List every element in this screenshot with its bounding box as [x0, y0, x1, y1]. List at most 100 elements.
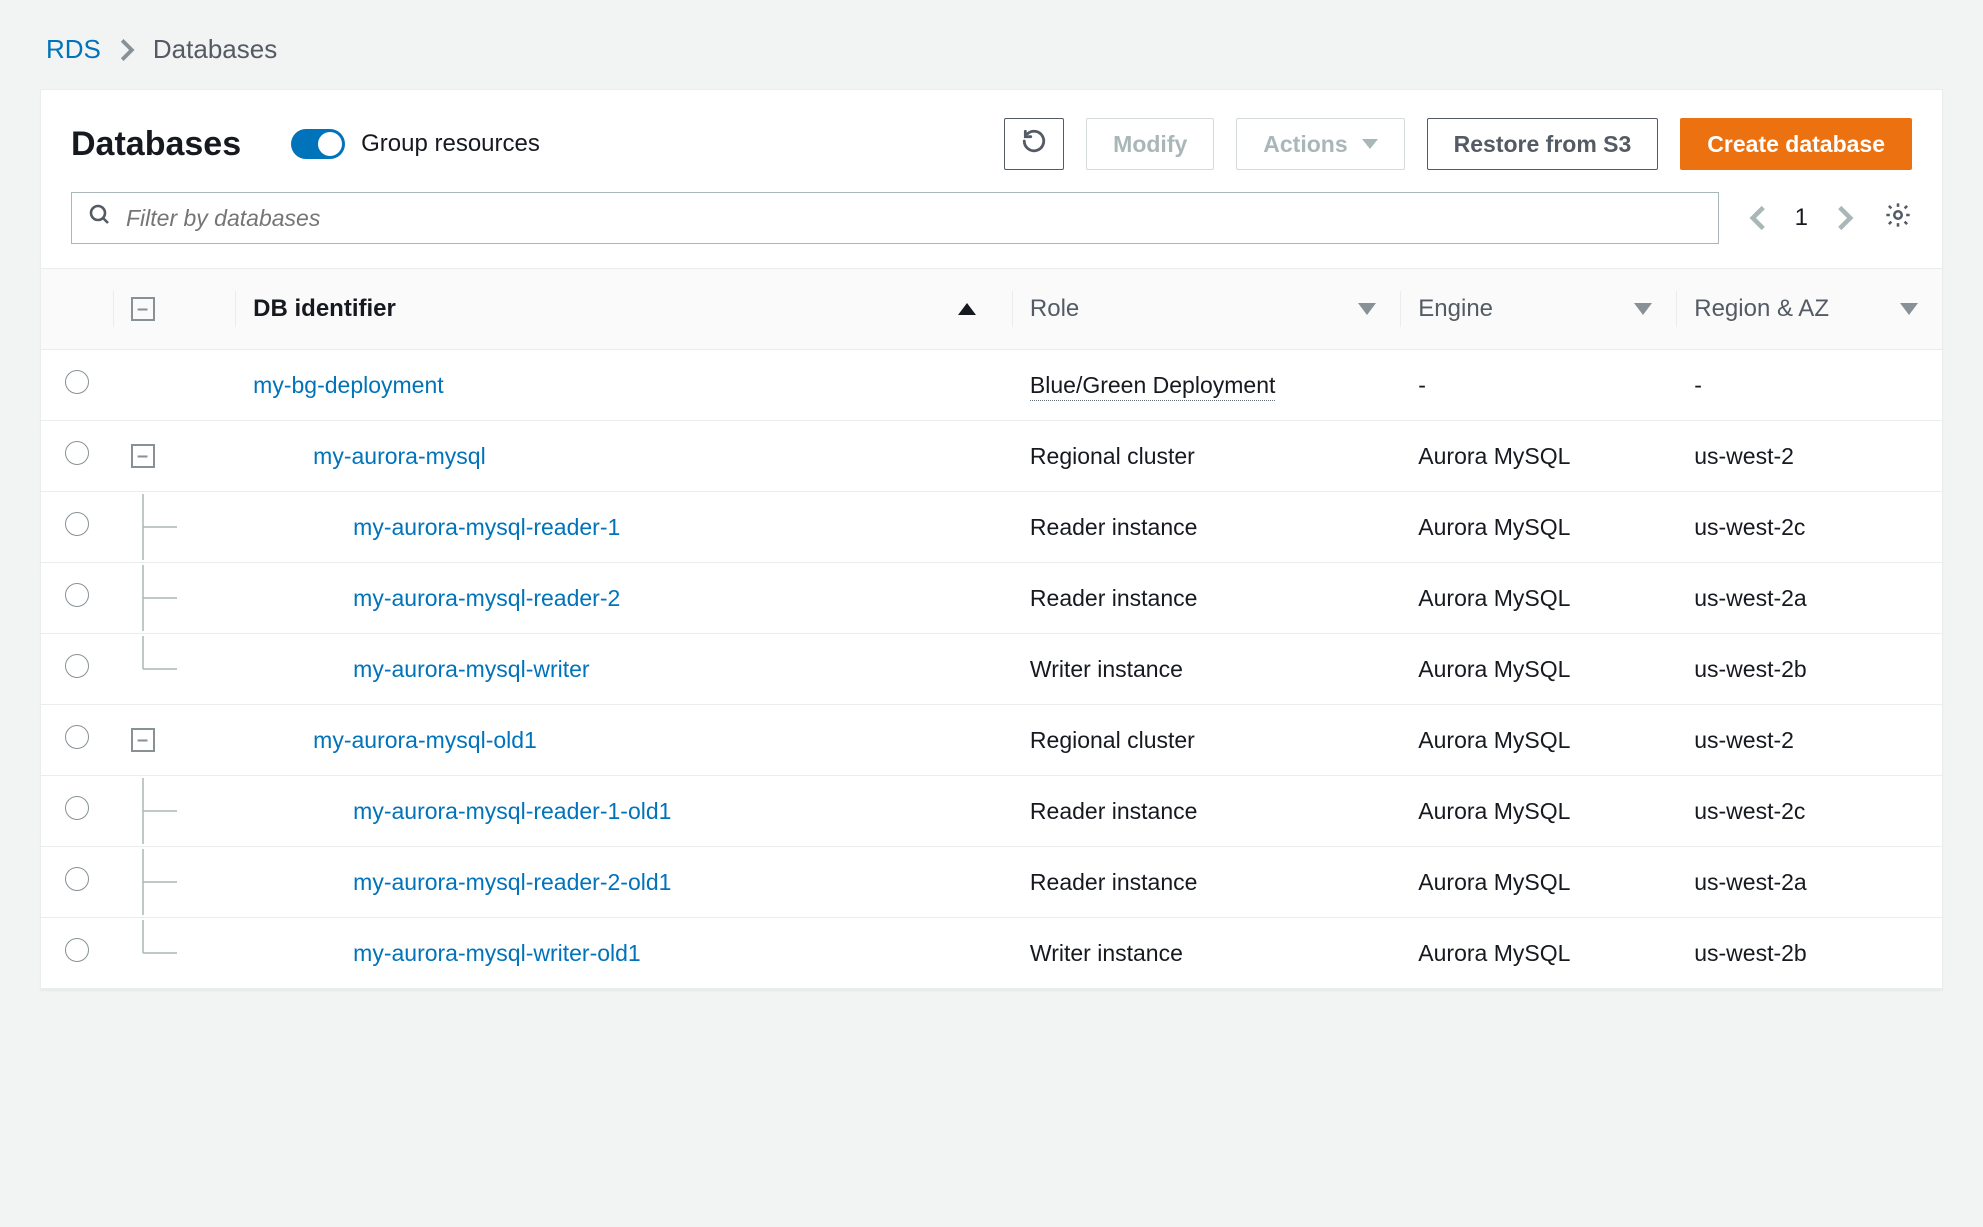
tree-connector-icon — [131, 565, 191, 631]
expander-collapse-icon[interactable]: – — [131, 728, 155, 752]
row-az: us-west-2a — [1694, 585, 1806, 611]
page-title: Databases — [71, 125, 241, 164]
row-role: Regional cluster — [1030, 727, 1195, 753]
row-engine: Aurora MySQL — [1418, 940, 1570, 966]
col-engine-header[interactable]: Engine — [1400, 269, 1676, 350]
breadcrumb: RDS Databases — [40, 20, 1943, 89]
search-input[interactable] — [126, 205, 1702, 232]
col-id-label: DB identifier — [253, 295, 396, 323]
caret-down-icon — [1362, 139, 1378, 149]
row-engine: Aurora MySQL — [1418, 443, 1570, 469]
row-az: us-west-2 — [1694, 443, 1794, 469]
databases-panel: Databases Group resources Modify Actions — [40, 89, 1943, 990]
row-role: Reader instance — [1030, 869, 1198, 895]
tree-connector-icon — [131, 920, 191, 986]
col-az-header[interactable]: Region & AZ — [1676, 269, 1942, 350]
databases-table: – DB identifier Role — [41, 268, 1942, 989]
row-radio[interactable] — [65, 654, 89, 678]
db-identifier-link[interactable]: my-aurora-mysql-writer-old1 — [353, 940, 641, 966]
gear-icon — [1884, 201, 1912, 235]
col-select-header — [41, 269, 113, 350]
row-engine: Aurora MySQL — [1418, 727, 1570, 753]
settings-button[interactable] — [1884, 201, 1912, 235]
modify-label: Modify — [1113, 131, 1187, 158]
table-row: –my-aurora-mysqlRegional clusterAurora M… — [41, 421, 1942, 492]
row-az: - — [1694, 372, 1702, 398]
row-engine: - — [1418, 372, 1426, 398]
row-az: us-west-2a — [1694, 869, 1806, 895]
breadcrumb-current: Databases — [153, 34, 277, 65]
chevron-right-icon — [119, 37, 135, 63]
create-label: Create database — [1707, 131, 1885, 158]
filter-icon — [1900, 303, 1918, 315]
row-radio[interactable] — [65, 938, 89, 962]
row-az: us-west-2b — [1694, 656, 1806, 682]
search-icon — [88, 203, 112, 233]
row-engine: Aurora MySQL — [1418, 798, 1570, 824]
row-radio[interactable] — [65, 583, 89, 607]
table-row: my-aurora-mysql-writer Writer instance Aur… — [41, 634, 1942, 705]
page-next-button[interactable] — [1836, 204, 1854, 232]
row-engine: Aurora MySQL — [1418, 656, 1570, 682]
table-row: my-aurora-mysql-reader-2Reader instanceA… — [41, 563, 1942, 634]
row-az: us-west-2b — [1694, 940, 1806, 966]
db-identifier-link[interactable]: my-aurora-mysql — [313, 443, 486, 469]
row-engine: Aurora MySQL — [1418, 585, 1570, 611]
db-identifier-link[interactable]: my-aurora-mysql-reader-2-old1 — [353, 869, 671, 895]
breadcrumb-root-link[interactable]: RDS — [46, 34, 101, 65]
sort-asc-icon — [958, 303, 976, 315]
row-az: us-west-2c — [1694, 514, 1805, 540]
row-radio[interactable] — [65, 796, 89, 820]
actions-label: Actions — [1263, 131, 1347, 158]
table-row: my-aurora-mysql-reader-1-old1 Reader inst… — [41, 776, 1942, 847]
row-az: us-west-2 — [1694, 727, 1794, 753]
row-radio[interactable] — [65, 370, 89, 394]
col-engine-label: Engine — [1418, 295, 1493, 323]
tree-connector-icon — [131, 636, 191, 702]
page-prev-button[interactable] — [1749, 204, 1767, 232]
table-row: my-bg-deploymentBlue/Green Deployment-- — [41, 350, 1942, 421]
table-row: – my-aurora-mysql-old1 Regional cluster Aur… — [41, 705, 1942, 776]
search-input-wrap[interactable] — [71, 192, 1719, 244]
db-identifier-link[interactable]: my-aurora-mysql-reader-1-old1 — [353, 798, 671, 824]
pager: 1 — [1749, 204, 1854, 232]
row-role: Writer instance — [1030, 656, 1183, 682]
row-engine: Aurora MySQL — [1418, 869, 1570, 895]
refresh-button[interactable] — [1004, 118, 1064, 170]
row-role: Writer instance — [1030, 940, 1183, 966]
restore-label: Restore from S3 — [1454, 131, 1632, 158]
row-radio[interactable] — [65, 441, 89, 465]
table-row: my-aurora-mysql-reader-1 Reader instance A… — [41, 492, 1942, 563]
col-tree-header[interactable]: – — [113, 269, 236, 350]
refresh-icon — [1021, 128, 1047, 160]
col-role-label: Role — [1030, 295, 1079, 323]
db-identifier-link[interactable]: my-aurora-mysql-old1 — [313, 727, 537, 753]
row-role: Reader instance — [1030, 514, 1198, 540]
col-az-label: Region & AZ — [1694, 295, 1829, 323]
collapse-all-icon: – — [131, 297, 155, 321]
row-radio[interactable] — [65, 512, 89, 536]
tree-connector-icon — [131, 778, 191, 844]
db-identifier-link[interactable]: my-bg-deployment — [253, 372, 443, 398]
group-resources-toggle[interactable] — [291, 129, 345, 159]
create-database-button[interactable]: Create database — [1680, 118, 1912, 170]
row-role: Reader instance — [1030, 798, 1198, 824]
tree-connector-icon — [131, 849, 191, 915]
modify-button[interactable]: Modify — [1086, 118, 1214, 170]
db-identifier-link[interactable]: my-aurora-mysql-reader-1 — [353, 514, 620, 540]
table-row: my-aurora-mysql-reader-2-old1 Reader inst… — [41, 847, 1942, 918]
db-identifier-link[interactable]: my-aurora-mysql-reader-2 — [353, 585, 620, 611]
row-radio[interactable] — [65, 867, 89, 891]
filter-icon — [1634, 303, 1652, 315]
filter-icon — [1358, 303, 1376, 315]
group-resources-label: Group resources — [361, 130, 540, 158]
db-identifier-link[interactable]: my-aurora-mysql-writer — [353, 656, 589, 682]
col-role-header[interactable]: Role — [1012, 269, 1400, 350]
row-engine: Aurora MySQL — [1418, 514, 1570, 540]
row-radio[interactable] — [65, 725, 89, 749]
restore-from-s3-button[interactable]: Restore from S3 — [1427, 118, 1659, 170]
col-id-header[interactable]: DB identifier — [235, 269, 1012, 350]
actions-button[interactable]: Actions — [1236, 118, 1404, 170]
expander-collapse-icon[interactable]: – — [131, 444, 155, 468]
row-az: us-west-2c — [1694, 798, 1805, 824]
